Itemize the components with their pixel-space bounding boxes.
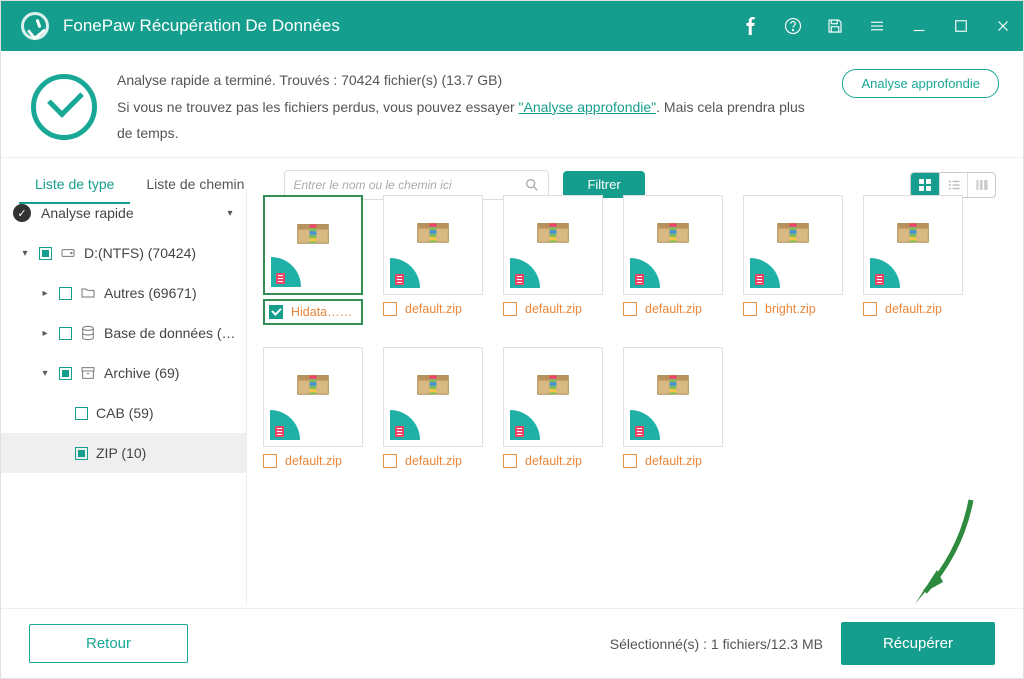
save-icon[interactable] — [825, 16, 845, 36]
file-name: default.zip — [645, 454, 702, 468]
sidebar-tree: ✓ Analyse rapide ▾ ▾ D:(NTFS) (70424) ▸ … — [1, 189, 247, 606]
file-card[interactable]: default.zip — [383, 195, 483, 325]
database-icon — [80, 325, 96, 341]
chevron-right-icon[interactable]: ▸ — [39, 328, 51, 339]
checkbox[interactable] — [59, 327, 72, 340]
file-checkbox[interactable] — [269, 305, 283, 319]
file-thumbnail[interactable] — [503, 347, 603, 447]
file-name: Hidata…F).zip — [291, 305, 357, 319]
tree-database[interactable]: ▸ Base de données (684) — [1, 313, 246, 353]
chevron-down-icon[interactable]: ▾ — [19, 248, 31, 259]
recover-button[interactable]: Récupérer — [841, 622, 995, 665]
status-banner: Analyse rapide a terminé. Trouvés : 7042… — [1, 51, 1023, 158]
maximize-icon[interactable] — [951, 16, 971, 36]
file-card[interactable]: default.zip — [383, 347, 483, 468]
deep-scan-button[interactable]: Analyse approfondie — [842, 69, 999, 98]
status-summary: Analyse rapide a terminé. Trouvés : 7042… — [117, 67, 822, 94]
file-card[interactable]: default.zip — [503, 347, 603, 468]
file-checkbox[interactable] — [503, 454, 517, 468]
file-card[interactable]: default.zip — [263, 347, 363, 468]
file-checkbox[interactable] — [623, 302, 637, 316]
folder-icon — [80, 285, 96, 301]
file-card[interactable]: Hidata…F).zip — [263, 195, 363, 325]
tree-autres[interactable]: ▸ Autres (69671) — [1, 273, 246, 313]
file-thumbnail[interactable] — [263, 195, 363, 295]
files-grid: Hidata…F).zip default.zip default.zip de… — [247, 189, 1023, 606]
file-thumbnail[interactable] — [503, 195, 603, 295]
titlebar: FonePaw Récupération De Données — [1, 1, 1023, 51]
minimize-icon[interactable] — [909, 16, 929, 36]
checkbox-partial[interactable] — [59, 367, 72, 380]
file-name: default.zip — [405, 302, 462, 316]
file-checkbox[interactable] — [503, 302, 517, 316]
drive-icon — [60, 245, 76, 261]
archive-icon — [80, 365, 96, 381]
chevron-down-icon[interactable]: ▾ — [224, 208, 236, 219]
file-thumbnail[interactable] — [383, 347, 483, 447]
file-name: default.zip — [885, 302, 942, 316]
file-name: default.zip — [645, 302, 702, 316]
file-checkbox[interactable] — [623, 454, 637, 468]
tree-cab[interactable]: CAB (59) — [1, 393, 246, 433]
facebook-icon[interactable] — [741, 16, 761, 36]
file-thumbnail[interactable] — [383, 195, 483, 295]
file-name: default.zip — [405, 454, 462, 468]
file-thumbnail[interactable] — [743, 195, 843, 295]
checkbox[interactable] — [75, 407, 88, 420]
file-card[interactable]: default.zip — [503, 195, 603, 325]
checkbox-partial[interactable] — [75, 447, 88, 460]
file-checkbox[interactable] — [383, 302, 397, 316]
check-circle-icon — [31, 74, 97, 140]
file-checkbox[interactable] — [263, 454, 277, 468]
file-name: default.zip — [525, 454, 582, 468]
tree-archive[interactable]: ▾ Archive (69) — [1, 353, 246, 393]
checkbox-partial[interactable] — [39, 247, 52, 260]
file-checkbox[interactable] — [743, 302, 757, 316]
app-logo-icon — [21, 12, 49, 40]
file-checkbox[interactable] — [863, 302, 877, 316]
file-card[interactable]: default.zip — [623, 195, 723, 325]
close-icon[interactable] — [993, 16, 1013, 36]
file-name: default.zip — [285, 454, 342, 468]
tree-drive[interactable]: ▾ D:(NTFS) (70424) — [1, 233, 246, 273]
chevron-right-icon[interactable]: ▸ — [39, 288, 51, 299]
file-card[interactable]: default.zip — [863, 195, 963, 325]
file-card[interactable]: bright.zip — [743, 195, 843, 325]
menu-icon[interactable] — [867, 16, 887, 36]
checkbox[interactable] — [59, 287, 72, 300]
file-card[interactable]: default.zip — [623, 347, 723, 468]
file-name: bright.zip — [765, 302, 816, 316]
help-icon[interactable] — [783, 16, 803, 36]
app-title: FonePaw Récupération De Données — [63, 16, 741, 36]
main-body: ✓ Analyse rapide ▾ ▾ D:(NTFS) (70424) ▸ … — [1, 189, 1023, 606]
chevron-down-icon[interactable]: ▾ — [39, 368, 51, 379]
file-thumbnail[interactable] — [623, 347, 723, 447]
file-name: default.zip — [525, 302, 582, 316]
file-checkbox[interactable] — [383, 454, 397, 468]
status-hint: Si vous ne trouvez pas les fichiers perd… — [117, 94, 822, 147]
tree-zip[interactable]: ZIP (10) — [1, 433, 246, 473]
file-thumbnail[interactable] — [263, 347, 363, 447]
selection-info: Sélectionné(s) : 1 fichiers/12.3 MB — [610, 636, 823, 652]
footer: Retour Sélectionné(s) : 1 fichiers/12.3 … — [1, 608, 1023, 678]
back-button[interactable]: Retour — [29, 624, 188, 663]
file-thumbnail[interactable] — [623, 195, 723, 295]
deep-scan-link[interactable]: "Analyse approfondie" — [519, 99, 657, 115]
file-thumbnail[interactable] — [863, 195, 963, 295]
tree-quick-scan[interactable]: ✓ Analyse rapide ▾ — [1, 193, 246, 233]
check-icon: ✓ — [13, 204, 31, 222]
